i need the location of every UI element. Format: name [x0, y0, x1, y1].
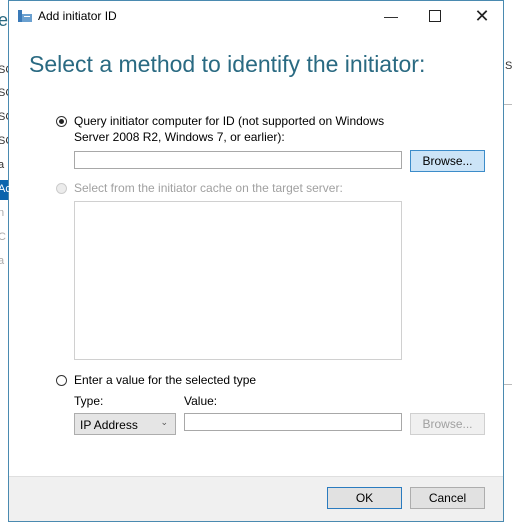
divider	[504, 104, 512, 105]
type-select-value: IP Address	[80, 418, 138, 432]
close-icon: ✕	[474, 5, 490, 26]
query-browse-button[interactable]: Browse...	[410, 150, 485, 172]
query-id-input[interactable]	[74, 151, 402, 169]
close-button[interactable]: ✕	[459, 1, 505, 31]
add-initiator-dialog: Add initiator ID — ✕ Select a method to …	[8, 0, 504, 522]
page-heading: Select a method to identify the initiato…	[29, 51, 426, 77]
window-title: Add initiator ID	[38, 9, 117, 23]
cancel-button[interactable]: Cancel	[410, 487, 485, 509]
chevron-down-icon: ⌄	[160, 417, 168, 427]
initiator-cache-list[interactable]	[74, 201, 402, 360]
value-label: Value:	[184, 394, 218, 408]
type-label: Type:	[74, 394, 104, 408]
dialog-footer: OK Cancel	[9, 476, 503, 521]
query-label-line2: Server 2008 R2, Windows 7, or earlier):	[74, 130, 285, 144]
bg-fragment: a	[0, 159, 5, 171]
cache-radio[interactable]	[56, 183, 67, 194]
query-label-line1: Query initiator computer for ID (not sup…	[74, 114, 385, 128]
type-select[interactable]: IP Address ⌄	[74, 413, 176, 435]
value-input[interactable]	[184, 413, 402, 431]
manual-label: Enter a value for the selected type	[74, 373, 257, 387]
bg-fragment: n	[0, 207, 5, 219]
manual-radio[interactable]	[56, 375, 67, 386]
cache-label: Select from the initiator cache on the t…	[74, 181, 343, 195]
bg-fragment: C	[0, 231, 6, 243]
bg-fragment: e	[0, 10, 9, 30]
divider	[504, 384, 512, 385]
app-icon	[18, 10, 32, 22]
query-radio[interactable]	[56, 116, 67, 127]
ok-button[interactable]: OK	[327, 487, 402, 509]
maximize-icon	[429, 10, 441, 22]
minimize-icon: —	[384, 8, 398, 24]
title-bar[interactable]: Add initiator ID — ✕	[9, 1, 503, 31]
bg-fragment: Ac	[0, 183, 11, 195]
bg-fragment: Sl	[505, 60, 512, 72]
manual-browse-button[interactable]: Browse...	[410, 413, 485, 435]
bg-fragment: a	[0, 255, 5, 267]
maximize-button[interactable]	[412, 1, 458, 31]
minimize-button[interactable]: —	[368, 1, 414, 31]
